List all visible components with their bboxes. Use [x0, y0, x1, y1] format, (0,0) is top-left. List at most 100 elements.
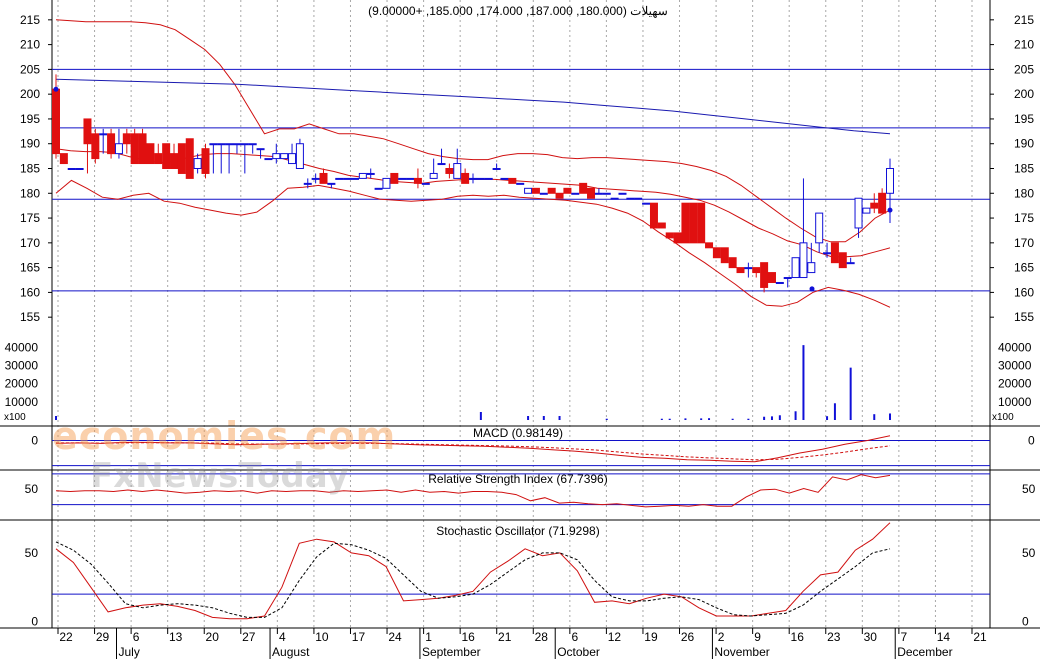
day-tick-label: 19 — [644, 630, 658, 644]
candle-body — [75, 168, 84, 170]
candle-body — [240, 143, 249, 146]
day-tick-label: 29 — [96, 630, 110, 644]
rsi-tick-left: 50 — [25, 482, 39, 496]
candle-body — [232, 143, 241, 146]
candle-body — [288, 153, 297, 165]
candle-body — [492, 168, 501, 170]
day-tick-label: 1 — [425, 630, 432, 644]
candle-body — [99, 133, 108, 136]
rsi-tick-right: 50 — [1022, 482, 1036, 496]
candle-body — [107, 133, 116, 155]
low-marker — [809, 286, 815, 292]
macd-tick-right: 0 — [1028, 433, 1035, 447]
price-tick-right: 200 — [1014, 87, 1034, 101]
candle-body — [327, 182, 336, 185]
price-tick-right: 205 — [1014, 62, 1034, 76]
candle-body — [823, 252, 832, 255]
candle-body — [358, 172, 367, 179]
month-label: October — [557, 645, 600, 659]
day-tick-label: 21 — [973, 630, 987, 644]
month-label: September — [422, 645, 481, 659]
day-tick-label: 20 — [206, 630, 220, 644]
candle-body — [610, 197, 619, 200]
candle-body — [618, 192, 627, 195]
day-tick-label: 2 — [718, 630, 725, 644]
candle-body — [602, 192, 611, 195]
price-tick-right: 190 — [1014, 137, 1034, 151]
price-tick-right: 215 — [1014, 13, 1034, 27]
candle-body — [744, 267, 753, 270]
day-tick-label: 16 — [461, 630, 475, 644]
candle-body — [343, 177, 352, 180]
candle-body — [59, 153, 68, 165]
candle-body — [114, 143, 123, 155]
candle-body — [870, 202, 879, 209]
candle-body — [382, 177, 391, 189]
candle-body — [728, 257, 737, 269]
volume-tick-left: 30000 — [5, 358, 39, 372]
chart-title: سهیلات (180.000, 187.000, 174.000, 185.0… — [368, 4, 668, 18]
candle-body — [413, 177, 422, 184]
candle-body — [563, 187, 572, 194]
candle-body — [280, 153, 289, 160]
day-tick-label: 30 — [864, 630, 878, 644]
candle-body — [555, 192, 564, 199]
moving-average-line — [55, 78, 891, 135]
price-tick-left: 190 — [20, 137, 40, 151]
price-tick-right: 195 — [1014, 112, 1034, 126]
candle-body — [862, 207, 871, 214]
month-label: November — [714, 645, 769, 659]
price-tick-right: 160 — [1014, 285, 1034, 299]
candle-body — [122, 133, 131, 145]
candle-body — [736, 267, 745, 274]
candle-body — [484, 177, 493, 180]
day-tick-label: 13 — [169, 630, 183, 644]
upper-band-line — [55, 19, 891, 243]
candle-body — [673, 232, 682, 244]
candle-body — [303, 182, 312, 185]
candle-body — [547, 187, 556, 194]
candle-body — [775, 281, 784, 284]
candle-body — [476, 177, 485, 180]
candle-body — [531, 187, 540, 194]
candle-body — [248, 143, 257, 146]
candle-body — [225, 143, 234, 146]
price-tick-right: 170 — [1014, 236, 1034, 250]
candle-body — [720, 247, 729, 264]
stochastic-tick-right: 50 — [1022, 546, 1036, 560]
candlesticks — [52, 74, 894, 293]
candle-body — [657, 222, 666, 229]
candle-body — [130, 133, 139, 165]
price-tick-left: 170 — [20, 236, 40, 250]
day-tick-label: 21 — [498, 630, 512, 644]
candle-body — [767, 272, 776, 283]
candle-body — [177, 143, 186, 174]
month-label: December — [897, 645, 952, 659]
day-tick-label: 16 — [791, 630, 805, 644]
day-tick-label: 22 — [59, 630, 73, 644]
volume-bars — [55, 345, 891, 420]
stochastic-label: Stochastic Oscillator (71.9298) — [436, 524, 599, 538]
candle-body — [886, 168, 894, 194]
stochastic-d-line — [55, 541, 891, 618]
high-marker — [53, 86, 59, 92]
price-tick-right: 165 — [1014, 261, 1034, 275]
candle-body — [319, 172, 328, 184]
candle-body — [67, 168, 76, 170]
candle-body — [791, 257, 800, 279]
candle-body — [508, 177, 517, 184]
candle-body — [217, 143, 226, 146]
volume-tick-right: 20000 — [998, 377, 1032, 391]
candle-body — [406, 177, 415, 180]
candle-body — [437, 163, 446, 166]
candle-body — [681, 202, 690, 244]
candle-body — [878, 192, 887, 214]
candle-body — [846, 262, 855, 265]
price-tick-left: 175 — [20, 211, 40, 225]
candle-body — [256, 148, 265, 151]
price-tick-left: 160 — [20, 285, 40, 299]
candle-body — [264, 158, 273, 161]
candle-body — [626, 197, 635, 200]
day-tick-label: 4 — [279, 630, 286, 644]
stochastic-tick-right: 0 — [1022, 615, 1029, 629]
